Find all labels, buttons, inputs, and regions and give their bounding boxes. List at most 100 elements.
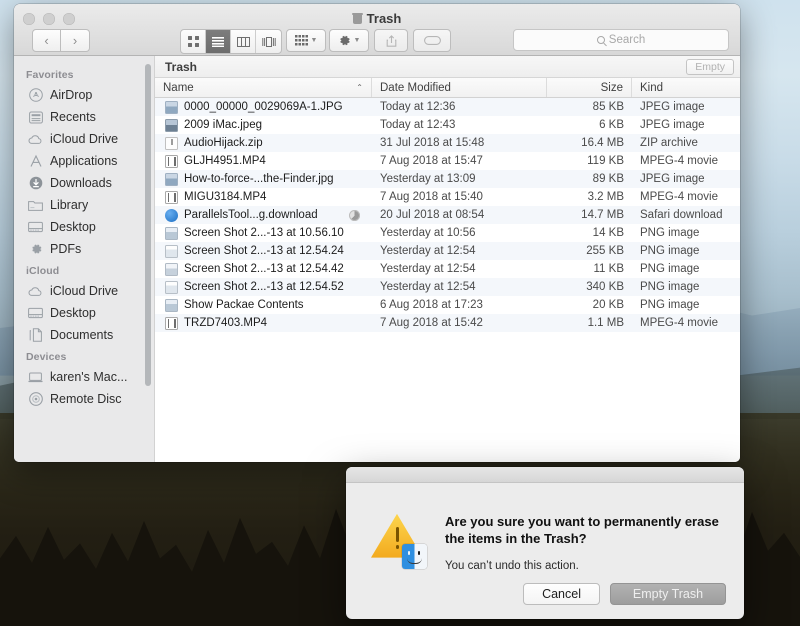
chevron-down-icon: ▼ [311,37,318,44]
table-row[interactable]: Screen Shot 2...-13 at 12.54.52 Yesterda… [155,278,740,296]
cloud-icon [28,132,43,147]
gear-folder-icon [28,242,43,257]
arrange-button[interactable]: ▼ [286,29,326,52]
file-name: Screen Shot 2...-13 at 10.56.10 [184,227,344,239]
table-row[interactable]: MIGU3184.MP4 7 Aug 2018 at 15:40 3.2 MB … [155,188,740,206]
forward-button[interactable]: › [61,29,90,52]
sidebar-item-downloads[interactable]: Downloads [14,172,154,194]
dialog-message: You can’t undo this action. [445,560,722,572]
jpeg-thumb-icon [165,119,178,132]
sidebar-label: Recents [50,110,96,124]
file-kind: MPEG-4 movie [632,317,740,329]
file-date: Yesterday at 12:54 [372,263,547,275]
file-name: AudioHijack.zip [184,137,263,149]
path-bar: Trash Empty [155,56,740,78]
table-row[interactable]: Screen Shot 2...-13 at 10.56.10 Yesterda… [155,224,740,242]
file-date: Yesterday at 13:09 [372,173,547,185]
arrange-icon [295,35,308,46]
chevron-down-icon: ▼ [354,37,361,44]
table-row[interactable]: Screen Shot 2...-13 at 12.54.24 Yesterda… [155,242,740,260]
table-row[interactable]: 0000_00000_0029069A-1.JPG Today at 12:36… [155,98,740,116]
sidebar-item-documents[interactable]: Documents [14,324,154,346]
column-header-size[interactable]: Size [547,78,632,97]
share-icon [386,35,397,47]
file-name: Screen Shot 2...-13 at 12.54.24 [184,245,344,257]
desktop-icon [28,220,43,235]
table-row[interactable]: Screen Shot 2...-13 at 12.54.42 Yesterda… [155,260,740,278]
file-date: 7 Aug 2018 at 15:47 [372,155,547,167]
search-input[interactable]: Search [513,29,729,51]
sidebar: Favorites AirDrop Recents [14,56,155,462]
file-kind: PNG image [632,281,740,293]
column-header-kind[interactable]: Kind [632,78,740,97]
cancel-button[interactable]: Cancel [523,583,600,605]
share-button[interactable] [374,29,408,52]
movie-icon [165,191,178,204]
column-label: Name [163,82,194,94]
sidebar-label: Library [50,198,88,212]
file-name-cell: AudioHijack.zip [155,137,372,150]
file-size: 3.2 MB [547,191,632,203]
sidebar-item-airdrop[interactable]: AirDrop [14,84,154,106]
table-row[interactable]: GLJH4951.MP4 7 Aug 2018 at 15:47 119 KB … [155,152,740,170]
file-name-cell: Show Packae Contents [155,299,372,312]
table-row[interactable]: Show Packae Contents 6 Aug 2018 at 17:23… [155,296,740,314]
column-view-button[interactable] [231,30,256,53]
sidebar-item-icloud-drive[interactable]: iCloud Drive [14,128,154,150]
file-kind: JPEG image [632,173,740,185]
action-button[interactable]: ▼ [329,29,369,52]
file-name: GLJH4951.MP4 [184,155,266,167]
finder-eye-right [418,551,420,555]
table-row[interactable]: AudioHijack.zip 31 Jul 2018 at 15:48 16.… [155,134,740,152]
table-row[interactable]: How-to-force-...the-Finder.jpg Yesterday… [155,170,740,188]
sidebar-label: Desktop [50,306,96,320]
file-name-cell: Screen Shot 2...-13 at 12.54.42 [155,263,372,276]
empty-trash-button[interactable]: Empty Trash [610,583,726,605]
navigation-buttons: ‹ › [32,29,90,52]
sidebar-heading-icloud: iCloud [14,260,154,280]
sidebar-item-recents[interactable]: Recents [14,106,154,128]
column-header-name[interactable]: Name ⌃ [155,78,372,97]
png-thumb-icon [165,299,178,312]
finder-window: Trash ‹ › [14,4,740,462]
file-name-cell: Screen Shot 2...-13 at 12.54.52 [155,281,372,294]
sidebar-label: karen's Mac... [50,370,127,384]
gallery-view-button[interactable] [256,30,281,53]
tag-button[interactable] [413,29,451,52]
table-row[interactable]: 2009 iMac.jpeg Today at 12:43 6 KB JPEG … [155,116,740,134]
icon-view-button[interactable] [181,30,206,53]
sidebar-item-karens-mac[interactable]: karen's Mac... [14,366,154,388]
sidebar-scrollbar[interactable] [145,64,151,386]
sidebar-label: iCloud Drive [50,284,118,298]
file-name: 2009 iMac.jpeg [184,119,262,131]
sidebar-item-icloud-drive-2[interactable]: iCloud Drive [14,280,154,302]
gear-icon [338,34,351,47]
file-date: Today at 12:36 [372,101,547,113]
finder-titlebar: Trash ‹ › [14,4,740,56]
download-icon [165,209,178,222]
warning-triangle-icon [371,513,429,569]
file-kind: ZIP archive [632,137,740,149]
table-row[interactable]: TRZD7403.MP4 7 Aug 2018 at 15:42 1.1 MB … [155,314,740,332]
sidebar-item-pdfs[interactable]: PDFs [14,238,154,260]
file-size: 1.1 MB [547,317,632,329]
sidebar-item-desktop[interactable]: Desktop [14,216,154,238]
back-button[interactable]: ‹ [32,29,61,52]
dialog-title: Are you sure you want to permanently era… [445,513,722,547]
column-header-date[interactable]: Date Modified [372,78,547,97]
list-view-button[interactable] [206,30,231,53]
file-size: 16.4 MB [547,137,632,149]
sidebar-item-desktop-icloud[interactable]: Desktop [14,302,154,324]
sidebar-label: iCloud Drive [50,132,118,146]
file-size: 255 KB [547,245,632,257]
empty-button[interactable]: Empty [686,59,734,75]
sidebar-label: PDFs [50,242,81,256]
file-name-cell: 0000_00000_0029069A-1.JPG [155,101,372,114]
file-size: 14 KB [547,227,632,239]
sidebar-item-remote-disc[interactable]: Remote Disc [14,388,154,410]
zip-icon [165,137,178,150]
sidebar-item-library[interactable]: Library [14,194,154,216]
sidebar-item-applications[interactable]: Applications [14,150,154,172]
disc-icon [28,392,43,407]
table-row[interactable]: ParallelsTool...g.download 20 Jul 2018 a… [155,206,740,224]
